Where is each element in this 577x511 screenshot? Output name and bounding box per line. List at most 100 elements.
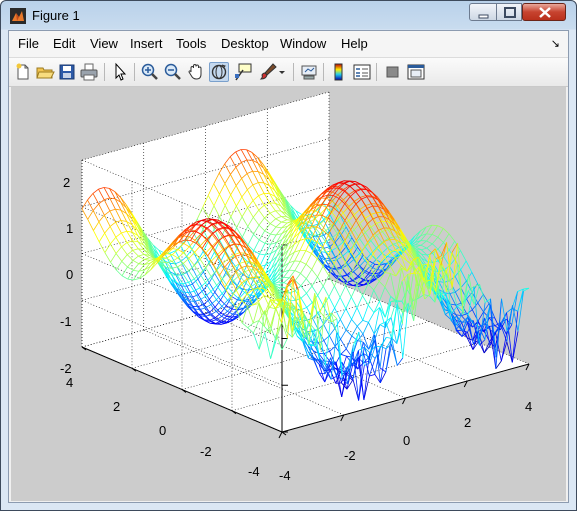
link-plot-button[interactable] — [299, 62, 319, 82]
figure-canvas[interactable]: 2 1 0 -1 -2 4 2 0 -2 -4 -4 -2 0 2 4 — [11, 87, 566, 501]
dock-figure-icon[interactable]: ↘ — [551, 37, 560, 50]
x-tick-label: -2 — [344, 448, 356, 463]
zoom-out-icon — [164, 63, 181, 80]
close-button[interactable] — [522, 3, 566, 21]
menu-view[interactable]: View — [90, 36, 118, 51]
y-tick-label: 0 — [159, 423, 166, 438]
chevron-down-icon — [279, 71, 285, 74]
mesh-line — [342, 250, 349, 257]
pan-hand-icon — [188, 63, 202, 80]
mesh-line — [346, 237, 353, 247]
mesh-line — [426, 243, 433, 249]
mesh-line — [431, 225, 438, 235]
mesh-line — [365, 203, 372, 206]
figure-window: Figure 1 File Edit View Insert Tools Des… — [0, 0, 577, 511]
hide-plot-tools-button[interactable] — [383, 62, 403, 82]
menu-tools[interactable]: Tools — [176, 36, 206, 51]
menu-file[interactable]: File — [18, 36, 39, 51]
mesh-line — [415, 244, 422, 248]
mesh-line — [437, 236, 444, 243]
edit-plot-button[interactable] — [110, 62, 130, 82]
brush-dropdown[interactable] — [277, 62, 287, 82]
new-figure-button[interactable] — [13, 62, 33, 82]
menu-bar: File Edit View Insert Tools Desktop Wind… — [9, 31, 568, 57]
zoom-in-icon — [141, 63, 158, 80]
mesh-line — [449, 291, 456, 295]
mesh-line — [375, 253, 383, 260]
mesh-line — [372, 205, 379, 217]
window-title: Figure 1 — [32, 8, 80, 23]
mesh-line — [384, 286, 391, 297]
y-tick-label: 4 — [66, 375, 73, 390]
x-tick-label: 2 — [464, 415, 471, 430]
data-cursor-icon — [235, 63, 252, 81]
mesh-line — [437, 228, 444, 238]
x-tick-label: 0 — [403, 433, 410, 448]
z-tick-label: 2 — [63, 175, 70, 190]
hide-plot-tools-icon — [386, 66, 399, 78]
menu-help[interactable]: Help — [341, 36, 368, 51]
x-tick-label: 4 — [525, 399, 532, 414]
mesh-line — [376, 235, 383, 243]
mesh-line — [376, 222, 383, 232]
mesh-line — [331, 247, 338, 252]
mesh-line — [354, 209, 361, 215]
title-bar[interactable]: Figure 1 — [1, 1, 576, 30]
mesh-line — [381, 231, 389, 239]
mesh-line — [517, 291, 524, 332]
rotate-3d-button[interactable] — [209, 62, 229, 82]
mesh-line — [395, 257, 402, 266]
mesh-line — [358, 260, 366, 267]
pan-button[interactable] — [186, 62, 206, 82]
arrow-cursor-icon — [115, 62, 127, 81]
mesh-line — [375, 268, 382, 271]
mesh-line — [431, 236, 439, 245]
axis-line — [278, 431, 283, 439]
toolbar-separator — [376, 63, 377, 81]
mesh-line — [517, 291, 524, 312]
mesh-line — [387, 256, 393, 258]
z-tick-label: -2 — [60, 361, 72, 376]
zoom-out-button[interactable] — [163, 62, 183, 82]
minimize-button[interactable] — [469, 3, 497, 21]
figure-toolbar — [9, 57, 568, 87]
new-figure-icon — [16, 63, 29, 80]
zoom-in-button[interactable] — [140, 62, 160, 82]
mesh-line — [337, 199, 344, 207]
menu-desktop[interactable]: Desktop — [221, 36, 269, 51]
mesh-line — [336, 259, 343, 269]
mesh-plot-3d[interactable]: 2 1 0 -1 -2 4 2 0 -2 -4 -4 -2 0 2 4 — [11, 87, 566, 501]
mesh-line — [370, 259, 377, 267]
mesh-line — [362, 283, 369, 296]
figure-client-area: File Edit View Insert Tools Desktop Wind… — [8, 30, 569, 503]
mesh-line — [370, 240, 377, 249]
data-cursor-button[interactable] — [233, 62, 253, 82]
mesh-line — [421, 247, 427, 251]
mesh-line — [333, 251, 341, 265]
print-figure-button[interactable] — [79, 62, 99, 82]
mesh-line — [367, 283, 375, 291]
minimize-icon — [478, 14, 489, 19]
maximize-button[interactable] — [496, 3, 522, 21]
mesh-line — [364, 246, 371, 255]
mesh-line — [437, 225, 444, 229]
menu-insert[interactable]: Insert — [130, 36, 163, 51]
mesh-line — [355, 212, 362, 221]
x-tick-label: -4 — [279, 468, 291, 483]
mesh-line — [358, 283, 365, 286]
menu-edit[interactable]: Edit — [53, 36, 75, 51]
link-plot-icon — [301, 65, 317, 80]
legend-button[interactable] — [352, 62, 372, 82]
mesh-line — [420, 240, 427, 246]
menu-window[interactable]: Window — [280, 36, 326, 51]
colorbar-button[interactable] — [329, 62, 349, 82]
show-plot-tools-button[interactable] — [406, 62, 426, 82]
brush-button[interactable] — [258, 62, 278, 82]
open-file-button[interactable] — [35, 62, 55, 82]
mesh-line — [477, 302, 484, 313]
brush-icon — [259, 63, 277, 80]
mesh-line — [359, 238, 366, 248]
mesh-line — [479, 284, 486, 303]
mesh-line — [471, 302, 479, 310]
save-figure-button[interactable] — [57, 62, 77, 82]
